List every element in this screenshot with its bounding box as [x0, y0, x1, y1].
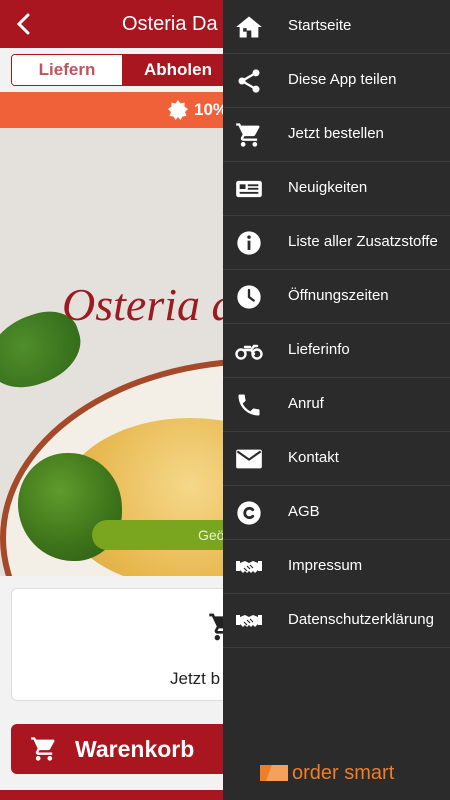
menu-item-label: Lieferinfo: [288, 341, 350, 358]
cart-icon: [31, 737, 55, 761]
tab-liefern[interactable]: Liefern: [12, 55, 122, 85]
cart-button-label: Warenkorb: [75, 736, 195, 762]
order-smart-logo-mark: [260, 765, 288, 781]
menu-item-share[interactable]: Diese App teilen: [223, 54, 450, 108]
order-smart-logo: order smart: [258, 758, 418, 788]
discount-badge-icon: [168, 100, 188, 120]
menu-item-label: Kontakt: [288, 449, 339, 466]
menu-item-call[interactable]: Anruf: [223, 378, 450, 432]
home-icon: [236, 16, 262, 38]
restaurant-logo-text: Osteria d: [62, 279, 235, 330]
menu-item-opening-hours[interactable]: Öffnungszeiten: [223, 270, 450, 324]
menu-item-label: Impressum: [288, 557, 363, 574]
menu-item-startseite[interactable]: Startseite: [223, 0, 450, 54]
menu-item-label: Datenschutzerklärung: [288, 611, 434, 628]
menu-item-label: Startseite: [288, 17, 352, 34]
app-screen: Osteria Da Gi Liefern Abholen 10% Osteri…: [0, 0, 450, 800]
menu-item-label: Neuigkeiten: [288, 179, 368, 196]
handshake-icon: [236, 615, 262, 627]
tab-abholen[interactable]: Abholen: [122, 55, 232, 85]
copyright-icon: [237, 501, 261, 525]
menu-item-label: AGB: [288, 503, 320, 520]
brand-text: order smart: [292, 762, 395, 784]
menu-item-order[interactable]: Jetzt bestellen: [223, 108, 450, 162]
delivery-mode-toggle: Liefern Abholen: [11, 54, 233, 86]
menu-item-news[interactable]: Neuigkeiten: [223, 162, 450, 216]
menu-item-additives[interactable]: Liste aller Zusatzstoffe: [223, 216, 450, 270]
menu-item-agb[interactable]: AGB: [223, 486, 450, 540]
menu-item-label: Liste aller Zusatzstoffe: [288, 233, 438, 250]
share-icon: [238, 69, 260, 93]
menu-item-label: Jetzt bestellen: [288, 125, 384, 142]
mail-icon: [236, 449, 262, 469]
info-icon: [237, 231, 261, 255]
phone-icon: [238, 394, 260, 416]
navigation-drawer: Startseite Diese App teilen Jetzt bestel…: [223, 0, 450, 800]
handshake-icon: [236, 561, 262, 573]
menu-item-label: Diese App teilen: [288, 71, 397, 88]
news-icon: [236, 180, 262, 198]
cart-icon: [236, 123, 260, 147]
clock-icon: [237, 285, 261, 309]
menu-item-delivery-info[interactable]: Lieferinfo: [223, 324, 450, 378]
menu-item-label: Öffnungszeiten: [288, 287, 389, 304]
menu-item-contact[interactable]: Kontakt: [223, 432, 450, 486]
order-now-text: Jetzt b: [170, 669, 221, 688]
back-arrow-icon[interactable]: [10, 10, 38, 38]
menu-item-impressum[interactable]: Impressum: [223, 540, 450, 594]
menu-item-privacy[interactable]: Datenschutzerklärung: [223, 594, 450, 648]
menu-item-label: Anruf: [288, 395, 324, 412]
motorbike-icon: [235, 344, 263, 360]
